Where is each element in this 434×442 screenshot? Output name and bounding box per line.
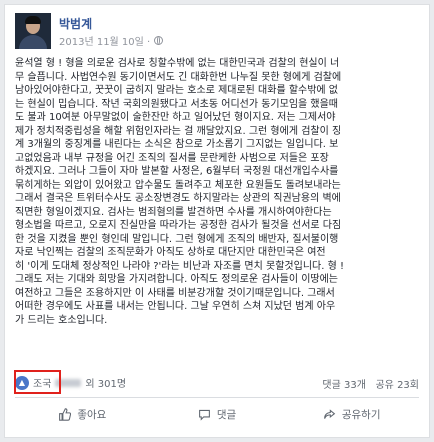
like-label: 좋아요 xyxy=(77,408,107,421)
globe-icon xyxy=(154,36,164,45)
share-count[interactable]: 공유 23회 xyxy=(375,380,419,391)
post-body-line: 여전하고 그들은 조용하지만 이 사태를 비분강개할 것이기때문입니다. 그래서 xyxy=(15,287,335,299)
post-body-line: 하겠지요. 그러나 그들이 자마 발본할 사정은, 6월부터 국정원 대선개입수… xyxy=(15,166,339,177)
post-body-line: 남아있어야한다고, 꿋꿋이 굽히지 말라는 호소로 제대로된 대화를 할수밖에 … xyxy=(15,85,339,96)
comment-icon xyxy=(198,409,210,421)
post-body-line: 묶히게하는 외압이 있어왔고 압수물도 돌려주고 체포한 요원들도 돌려보내라는 xyxy=(15,179,341,191)
post-body-line: 그래서 결국은 트위터수사도 공소장변경도 하지말라는 상관의 직권남용의 벽에 xyxy=(15,193,341,204)
share-label: 공유하기 xyxy=(341,408,381,421)
post-body-line: 제가 정치적중립성을 해할 위험인자라는 걸 깨달았지요. 그런 형에게 검찰이… xyxy=(15,125,342,137)
post-body: 윤석열 형 ! 형을 의로운 검사로 칭할수밖에 없는 대한민국과 검찰의 현실… xyxy=(15,57,417,327)
divider xyxy=(15,397,419,398)
post-body-line: 한 것을 지켰을 뿐인 형인데 말입니다. 그런 형에게 조직의 배반자, 질서… xyxy=(15,233,339,245)
share-icon xyxy=(323,408,336,419)
post-body-line: 히 '이게 도대체 정상적인 나라야 ?'라는 비난과 자조를 면치 못할것입니… xyxy=(15,260,344,272)
comment-count[interactable]: 댓글 33개 xyxy=(322,380,366,391)
post-body-line: 가 드리는 호소입니다. xyxy=(15,314,108,326)
post-card: 박범계 2013년 11월 10일 · 윤석열 형 ! 형을 의로운 검사로 칭… xyxy=(4,4,430,438)
author-name[interactable]: 박범계 xyxy=(59,15,92,32)
reaction-count: 외 301명 xyxy=(85,379,127,390)
post-body-line: 는 현실이 밉습니다. 작년 국회의원됐다고 서초동 어디선가 동기모임을 했을… xyxy=(15,98,339,110)
post-body-line: 무 슬픕니다. 사법연수원 동기이면서도 긴 대화한번 나누질 못한 형에게 검… xyxy=(15,71,342,83)
share-button[interactable]: 공유하기 xyxy=(284,403,419,425)
post-body-line: 어떠한 경우에도 사표를 내서는 안됩니다. 그날 우연히 스쳐 지났던 범계 … xyxy=(15,301,336,312)
highlight-box xyxy=(14,370,61,394)
post-header: 박범계 2013년 11월 10일 · xyxy=(15,13,415,53)
post-stats: ▲ 조국 외 301명 댓글 33개 공유 23회 xyxy=(15,375,419,391)
post-body-line: 직면한 형일이겠지요. 검사는 범죄혐의를 발견하면 수사를 개시하여야한다는 xyxy=(15,206,332,218)
post-body-line: 고없었음과 내부 규정을 어긴 조직의 질서를 문란케한 사범으로 저들은 포장 xyxy=(15,152,329,164)
comment-share-counts: 댓글 33개 공유 23회 xyxy=(322,376,419,391)
comment-button[interactable]: 댓글 xyxy=(150,403,285,425)
post-body-line: 형소법을 따르고, 오로지 진실만을 따라가는 공정한 검사가 될것을 선서로 … xyxy=(15,220,342,231)
post-body-line: 윤석열 형 ! 형을 의로운 검사로 칭할수밖에 없는 대한민국과 검찰의 현실… xyxy=(15,58,340,69)
post-body-line: 자로 낙인찍는 검찰의 조직문화가 아직도 상하로 대단지만 대한민국은 여전 xyxy=(15,247,326,258)
comment-label: 댓글 xyxy=(216,408,237,421)
action-bar: 좋아요 댓글 공유하기 xyxy=(15,403,419,425)
post-date[interactable]: 2013년 11월 10일 · xyxy=(59,33,150,48)
thumbs-up-icon xyxy=(59,407,72,421)
post-body-line: 계 3개월의 중징계를 내린다는 소식은 참으로 가소롭기 그지없는 일입니다.… xyxy=(15,139,339,150)
post-body-line: 그래도 저는 기대와 희망을 가지려합니다. 아직도 정의로운 검사들이 이땅에… xyxy=(15,274,339,285)
post-meta: 2013년 11월 10일 · xyxy=(59,33,164,48)
post-body-line: 도 불과 10여분 아무말없이 술한잔만 하고 일어났던 형이지요. 저는 그제… xyxy=(15,112,336,123)
avatar[interactable] xyxy=(15,13,51,49)
like-button[interactable]: 좋아요 xyxy=(15,403,150,425)
